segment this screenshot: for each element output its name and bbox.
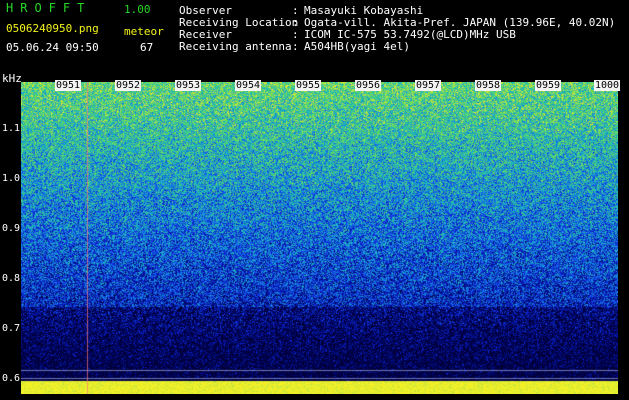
observation-datetime: 05.06.24 09:50 <box>6 41 99 54</box>
frequency-unit-label: kHz <box>2 72 22 85</box>
time-marker-label: 1000 <box>594 80 621 91</box>
time-marker-label: 0959 <box>535 80 562 91</box>
time-marker-label: 0956 <box>355 80 382 91</box>
time-marker-label: 0958 <box>475 80 502 91</box>
time-marker-label: 0953 <box>175 80 202 91</box>
observation-mode: meteor <box>124 25 164 38</box>
spectrogram-canvas <box>21 82 618 394</box>
antenna-label: Receiving antenna <box>179 40 292 53</box>
app-logo: HROFFT <box>6 1 92 15</box>
y-tick-label: 0.7 <box>2 323 21 334</box>
y-tick-label: 0.9 <box>2 223 21 234</box>
antenna-value: A504HB(yagi 4el) <box>304 40 410 53</box>
time-marker-label: 0952 <box>115 80 142 91</box>
time-marker-label: 0955 <box>295 80 322 91</box>
file-name: 0506240950.png <box>6 22 99 35</box>
meteor-count: 67 <box>140 41 154 54</box>
time-marker-label: 0957 <box>415 80 442 91</box>
time-marker-label: 0951 <box>55 80 82 91</box>
y-tick-label: 1.0 <box>2 173 21 184</box>
antenna-colon: : <box>292 40 299 53</box>
time-marker-label: 0954 <box>235 80 262 91</box>
y-tick-label: 0.8 <box>2 273 21 284</box>
y-tick-label: 0.6 <box>2 373 21 384</box>
app-version: 1.00 <box>124 3 151 16</box>
y-tick-label: 1.1 <box>2 123 21 134</box>
